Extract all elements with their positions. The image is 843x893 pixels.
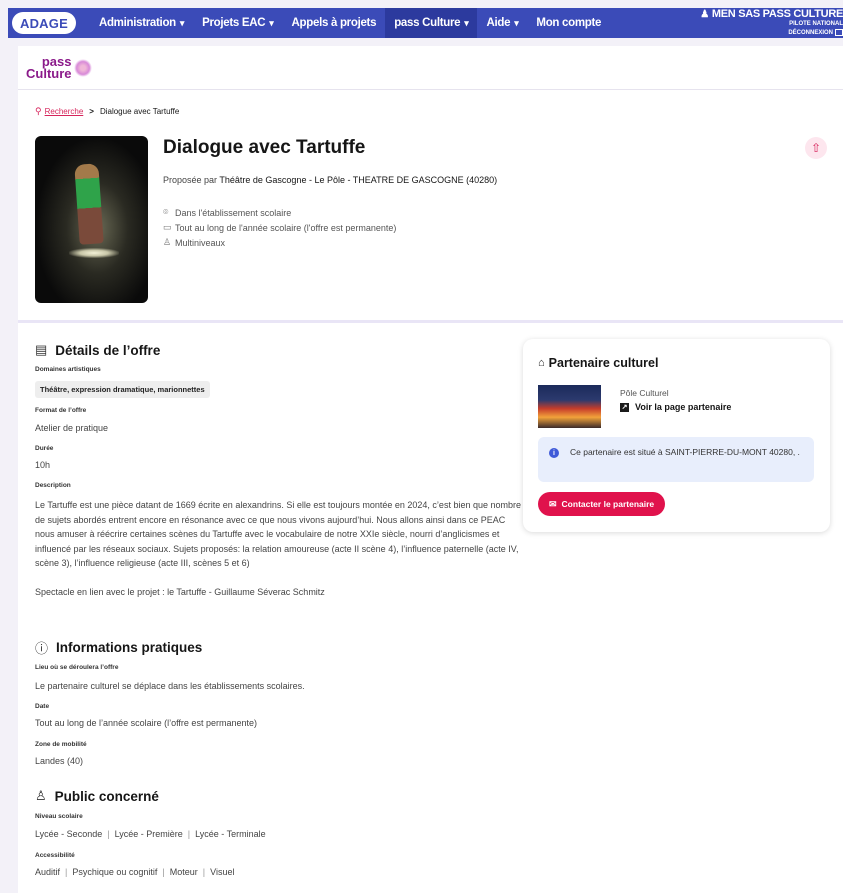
- nav-item-projets-eac[interactable]: Projets EAC ▾: [193, 8, 282, 38]
- value-format: Atelier de pratique: [35, 423, 109, 433]
- map-pin-icon: ⌾: [163, 207, 169, 217]
- nav-item-appels-a-projets[interactable]: Appels à projets: [283, 8, 386, 38]
- value-date: Tout au long de l’année scolaire (l’offr…: [35, 718, 257, 728]
- label-date: Date: [35, 703, 50, 710]
- pass-culture-logo[interactable]: pass Culture: [26, 55, 92, 80]
- breadcrumb: ⚲ Recherche > Dialogue avec Tartuffe: [35, 106, 179, 117]
- chevron-down-icon: ▾: [179, 17, 185, 28]
- user-info: ♟ MEN SAS PASS CULTURE PILOTE NATIONAL DÉ…: [700, 8, 843, 36]
- info-icon: i: [549, 448, 559, 458]
- venue-name: Théâtre de Gascogne - Le Pôle - THEATRE …: [219, 175, 498, 185]
- breadcrumb-separator: >: [89, 107, 94, 116]
- meta-level: ♙ Multiniveaux: [163, 237, 226, 248]
- school-levels: Lycée - Seconde | Lycée - Première | Lycée -…: [35, 829, 266, 839]
- share-button[interactable]: ⇧: [805, 137, 827, 159]
- info-circle-icon: ⓘ: [35, 641, 49, 656]
- person-icon: ♟: [700, 9, 709, 20]
- adage-logo[interactable]: ADAGE: [12, 12, 76, 34]
- user-role: PILOTE NATIONAL: [789, 21, 843, 27]
- value-duration: 10h: [35, 460, 51, 470]
- share-icon: ⇧: [810, 141, 822, 155]
- meta-location: ⌾ Dans l'établissement scolaire: [163, 207, 292, 218]
- document-icon: ▤: [35, 342, 48, 357]
- accessibility-list: Auditif | Psychique ou cognitif | Moteur | Vis…: [35, 867, 235, 877]
- label-format: Format de l’offre: [35, 407, 87, 414]
- partner-location-info: i Ce partenaire est situé à SAINT-PIERRE…: [538, 437, 814, 482]
- offer-page: pass Culture ⚲ Recherche > Dialogue avec …: [18, 46, 843, 893]
- nav-menu: Administration ▾ Projets EAC ▾ Appels à pr…: [90, 8, 610, 38]
- partner-type: Pôle Culturel: [620, 388, 669, 398]
- offer-description: Le Tartuffe est une pièce datant de 1669…: [35, 500, 521, 597]
- partner-card: ⌂ Partenaire culturel Pôle Culturel ↗ Voir…: [523, 339, 830, 532]
- user-name: MEN SAS PASS CULTURE: [711, 8, 843, 20]
- label-school-level: Niveau scolaire: [35, 813, 83, 820]
- offer-cover-image: [35, 136, 148, 303]
- domain-tag: Théâtre, expression dramatique, marionne…: [35, 381, 210, 398]
- section-title-details: ▤ Détails de l’offre: [35, 342, 161, 358]
- calendar-icon: ▭: [163, 222, 172, 232]
- logout-icon: [835, 29, 843, 36]
- bank-icon: ⌂: [538, 357, 545, 369]
- contact-partner-button[interactable]: ✉ Contacter le partenaire: [538, 492, 666, 516]
- partner-card-title: ⌂ Partenaire culturel: [538, 356, 659, 370]
- value-place: Le partenaire culturel se déplace dans l…: [35, 681, 305, 691]
- value-zone: Landes (40): [35, 756, 84, 766]
- user-icon: ♙: [163, 237, 172, 247]
- sun-logo-icon: [73, 58, 92, 77]
- label-zone: Zone de mobilité: [35, 741, 87, 748]
- logout-link[interactable]: DÉCONNEXION: [700, 29, 843, 36]
- breadcrumb-link-recherche[interactable]: Recherche: [45, 107, 84, 116]
- nav-item-pass-culture[interactable]: pass Culture ▾: [385, 8, 478, 38]
- chevron-down-icon: ▾: [514, 17, 519, 28]
- section-title-practical: ⓘ Informations pratiques: [35, 640, 203, 656]
- external-link-icon: ↗: [620, 402, 629, 412]
- divider: [18, 320, 843, 323]
- label-accessibility: Accessibilité: [35, 852, 75, 859]
- chevron-down-icon: ▾: [464, 17, 469, 28]
- breadcrumb-current: Dialogue avec Tartuffe: [99, 107, 180, 116]
- partner-page-link[interactable]: ↗ Voir la page partenaire: [620, 402, 731, 412]
- label-duration: Durée: [35, 445, 54, 452]
- label-description: Description: [35, 482, 71, 489]
- search-icon: ⚲: [35, 106, 42, 116]
- mail-icon: ✉: [549, 498, 557, 509]
- top-navbar: ADAGE Administration ▾ Projets EAC ▾ Appel…: [8, 8, 843, 38]
- partner-image: [538, 385, 601, 428]
- user-icon: ♙: [35, 788, 47, 803]
- section-title-audience: ♙ Public concerné: [35, 788, 159, 804]
- nav-item-administration[interactable]: Administration ▾: [90, 8, 193, 38]
- offer-meta: ⌾ Dans l'établissement scolaire ▭ Tout au …: [163, 205, 396, 250]
- pass-culture-header: pass Culture: [18, 46, 843, 90]
- nav-item-mon-compte[interactable]: Mon compte: [527, 8, 610, 38]
- meta-period: ▭ Tout au long de l'année scolaire (l'off…: [163, 222, 397, 233]
- offer-proposer: Proposée par Théâtre de Gascogne - Le Pô…: [163, 175, 498, 185]
- label-domains: Domaines artistiques: [35, 366, 101, 373]
- chevron-down-icon: ▾: [269, 17, 274, 28]
- offer-title: Dialogue avec Tartuffe: [163, 137, 366, 158]
- label-place: Lieu où se déroulera l’offre: [35, 664, 119, 671]
- nav-item-aide[interactable]: Aide ▾: [477, 8, 527, 38]
